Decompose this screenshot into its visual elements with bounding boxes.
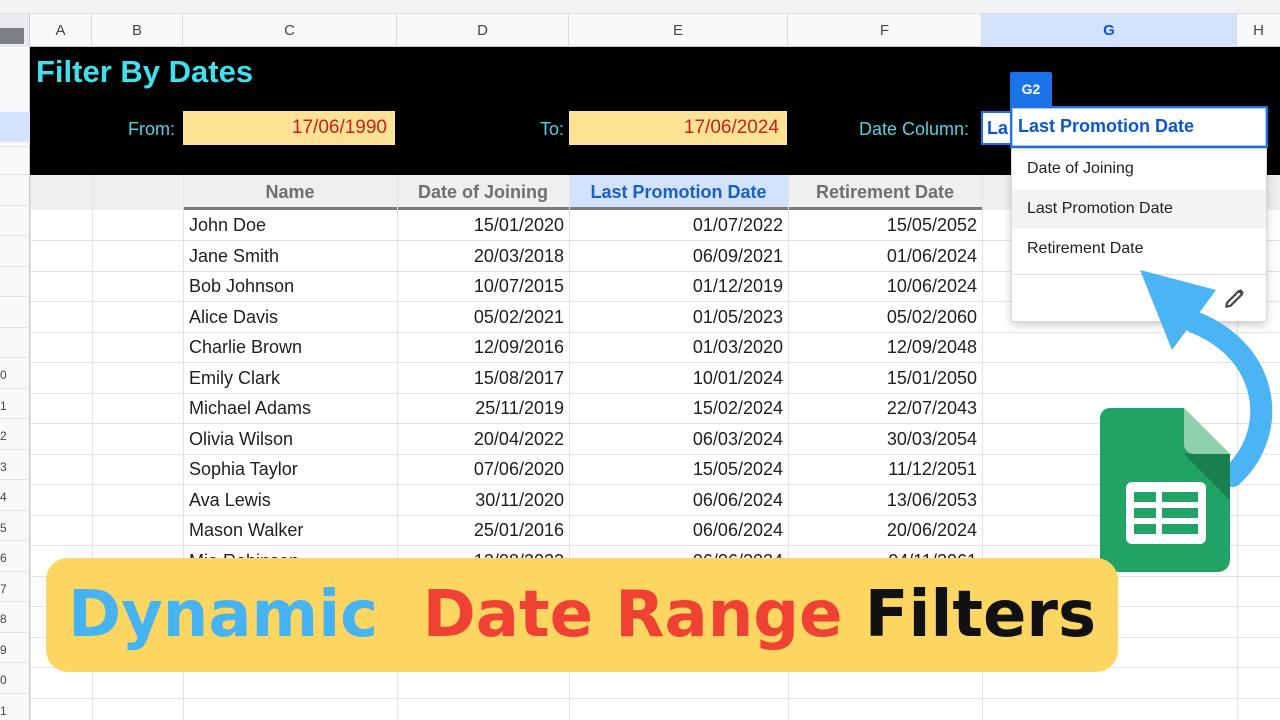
row-number[interactable]: 6	[0, 551, 30, 565]
corner-indicator	[0, 28, 24, 44]
name-cell[interactable]: Michael Adams	[183, 393, 397, 423]
row-number[interactable]: 8	[0, 612, 30, 626]
date-cell[interactable]: 01/06/2024	[788, 241, 982, 271]
date-cell[interactable]: 01/03/2020	[569, 332, 788, 362]
date-cell[interactable]: 06/09/2021	[569, 241, 788, 271]
column-header-a[interactable]: A	[30, 14, 92, 47]
banner-word-filters: Filters	[864, 578, 1097, 652]
date-cell[interactable]: 05/02/2021	[397, 302, 569, 332]
column-header-f[interactable]: F	[788, 14, 982, 47]
toolbar-strip	[0, 0, 1280, 14]
name-cell[interactable]: John Doe	[183, 210, 397, 240]
date-cell[interactable]: 10/07/2015	[397, 271, 569, 301]
column-header-c[interactable]: C	[183, 14, 397, 47]
column-header-d[interactable]: D	[397, 14, 569, 47]
grid-column-line	[30, 175, 31, 720]
date-cell[interactable]: 15/02/2024	[569, 393, 788, 423]
name-cell[interactable]: Bob Johnson	[183, 271, 397, 301]
google-sheets-logo-icon	[1100, 408, 1230, 572]
row-number[interactable]: 0	[0, 673, 30, 687]
row-number[interactable]: 3	[0, 460, 30, 474]
row-number[interactable]: 1	[0, 399, 30, 413]
date-cell[interactable]: 15/01/2050	[788, 363, 982, 393]
banner-word-dynamic: Dynamic	[67, 578, 379, 652]
date-cell[interactable]: 06/06/2024	[569, 515, 788, 545]
row-number[interactable]: 7	[0, 582, 30, 596]
date-cell[interactable]: 01/12/2019	[569, 271, 788, 301]
name-cell[interactable]: Alice Davis	[183, 302, 397, 332]
date-cell[interactable]: 01/07/2022	[569, 210, 788, 240]
date-cell[interactable]: 10/06/2024	[788, 271, 982, 301]
column-header-b[interactable]: B	[92, 14, 183, 47]
column-header-g[interactable]: G	[982, 14, 1237, 47]
row-number-selected[interactable]	[0, 112, 30, 142]
grid-row-line	[30, 697, 1280, 699]
name-cell[interactable]: Ava Lewis	[183, 485, 397, 515]
to-date-cell[interactable]: 17/06/2024	[569, 111, 787, 145]
date-column-label: Date Column:	[859, 119, 970, 139]
dropdown-option-last-promotion-date[interactable]: Last Promotion Date	[1012, 189, 1266, 229]
date-cell[interactable]: 22/07/2043	[788, 393, 982, 423]
name-cell[interactable]: Sophia Taylor	[183, 454, 397, 484]
column-header-e[interactable]: E	[569, 14, 788, 47]
header-retirement-date: Retirement Date	[815, 182, 955, 202]
row-number[interactable]: 2	[0, 429, 30, 443]
date-cell[interactable]: 20/04/2022	[397, 424, 569, 454]
name-cell[interactable]: Olivia Wilson	[183, 424, 397, 454]
date-cell[interactable]: 10/01/2024	[569, 363, 788, 393]
date-cell[interactable]: 13/06/2053	[788, 485, 982, 515]
date-cell[interactable]: 11/12/2051	[788, 454, 982, 484]
date-cell[interactable]: 30/03/2054	[788, 424, 982, 454]
dropdown-selected-value[interactable]: Last Promotion Date	[1010, 106, 1268, 148]
date-cell[interactable]: 15/05/2024	[569, 454, 788, 484]
banner-word-date-range: Date Range	[422, 578, 843, 652]
row-number[interactable]: 0	[0, 368, 30, 382]
name-cell[interactable]: Mason Walker	[183, 515, 397, 545]
date-cell[interactable]: 20/03/2018	[397, 241, 569, 271]
date-cell[interactable]: 05/02/2060	[788, 302, 982, 332]
column-header-bar: A B C D E F G H	[0, 14, 1280, 47]
date-cell[interactable]: 12/09/2048	[788, 332, 982, 362]
date-cell[interactable]: 20/06/2024	[788, 515, 982, 545]
from-label: From:	[128, 119, 175, 139]
date-cell[interactable]: 06/03/2024	[569, 424, 788, 454]
from-date-cell[interactable]: 17/06/1990	[183, 111, 395, 145]
row-number[interactable]: 1	[0, 704, 30, 718]
date-cell[interactable]: 06/06/2024	[569, 485, 788, 515]
date-cell[interactable]: 01/05/2023	[569, 302, 788, 332]
date-cell[interactable]: 15/01/2020	[397, 210, 569, 240]
filter-title: Filter By Dates	[36, 54, 254, 89]
date-cell[interactable]: 15/05/2052	[788, 210, 982, 240]
dropdown-option-date-of-joining[interactable]: Date of Joining	[1012, 149, 1266, 189]
date-cell[interactable]: 30/11/2020	[397, 485, 569, 515]
row-number[interactable]: 9	[0, 643, 30, 657]
column-header-h[interactable]: H	[1237, 14, 1280, 47]
date-cell[interactable]: 15/08/2017	[397, 363, 569, 393]
row-number[interactable]: 4	[0, 490, 30, 504]
header-date-of-joining: Date of Joining	[418, 182, 548, 202]
banner-title: Dynamic Date Range Filters	[46, 558, 1118, 672]
row-number-gutter: 0 1 2 3 4 5 6 7 8 9 0 1	[0, 47, 30, 720]
date-cell[interactable]: 25/11/2019	[397, 393, 569, 423]
date-cell[interactable]: 12/09/2016	[397, 332, 569, 362]
to-label: To:	[540, 119, 565, 139]
cell-reference-tag: G2	[1010, 72, 1052, 106]
header-last-promotion-date: Last Promotion Date	[569, 175, 788, 210]
header-name: Name	[265, 182, 315, 202]
name-cell[interactable]: Emily Clark	[183, 363, 397, 393]
date-cell[interactable]: 25/01/2016	[397, 515, 569, 545]
name-cell[interactable]: Charlie Brown	[183, 332, 397, 362]
date-cell[interactable]: 07/06/2020	[397, 454, 569, 484]
row-number[interactable]: 5	[0, 521, 30, 535]
name-cell[interactable]: Jane Smith	[183, 241, 397, 271]
